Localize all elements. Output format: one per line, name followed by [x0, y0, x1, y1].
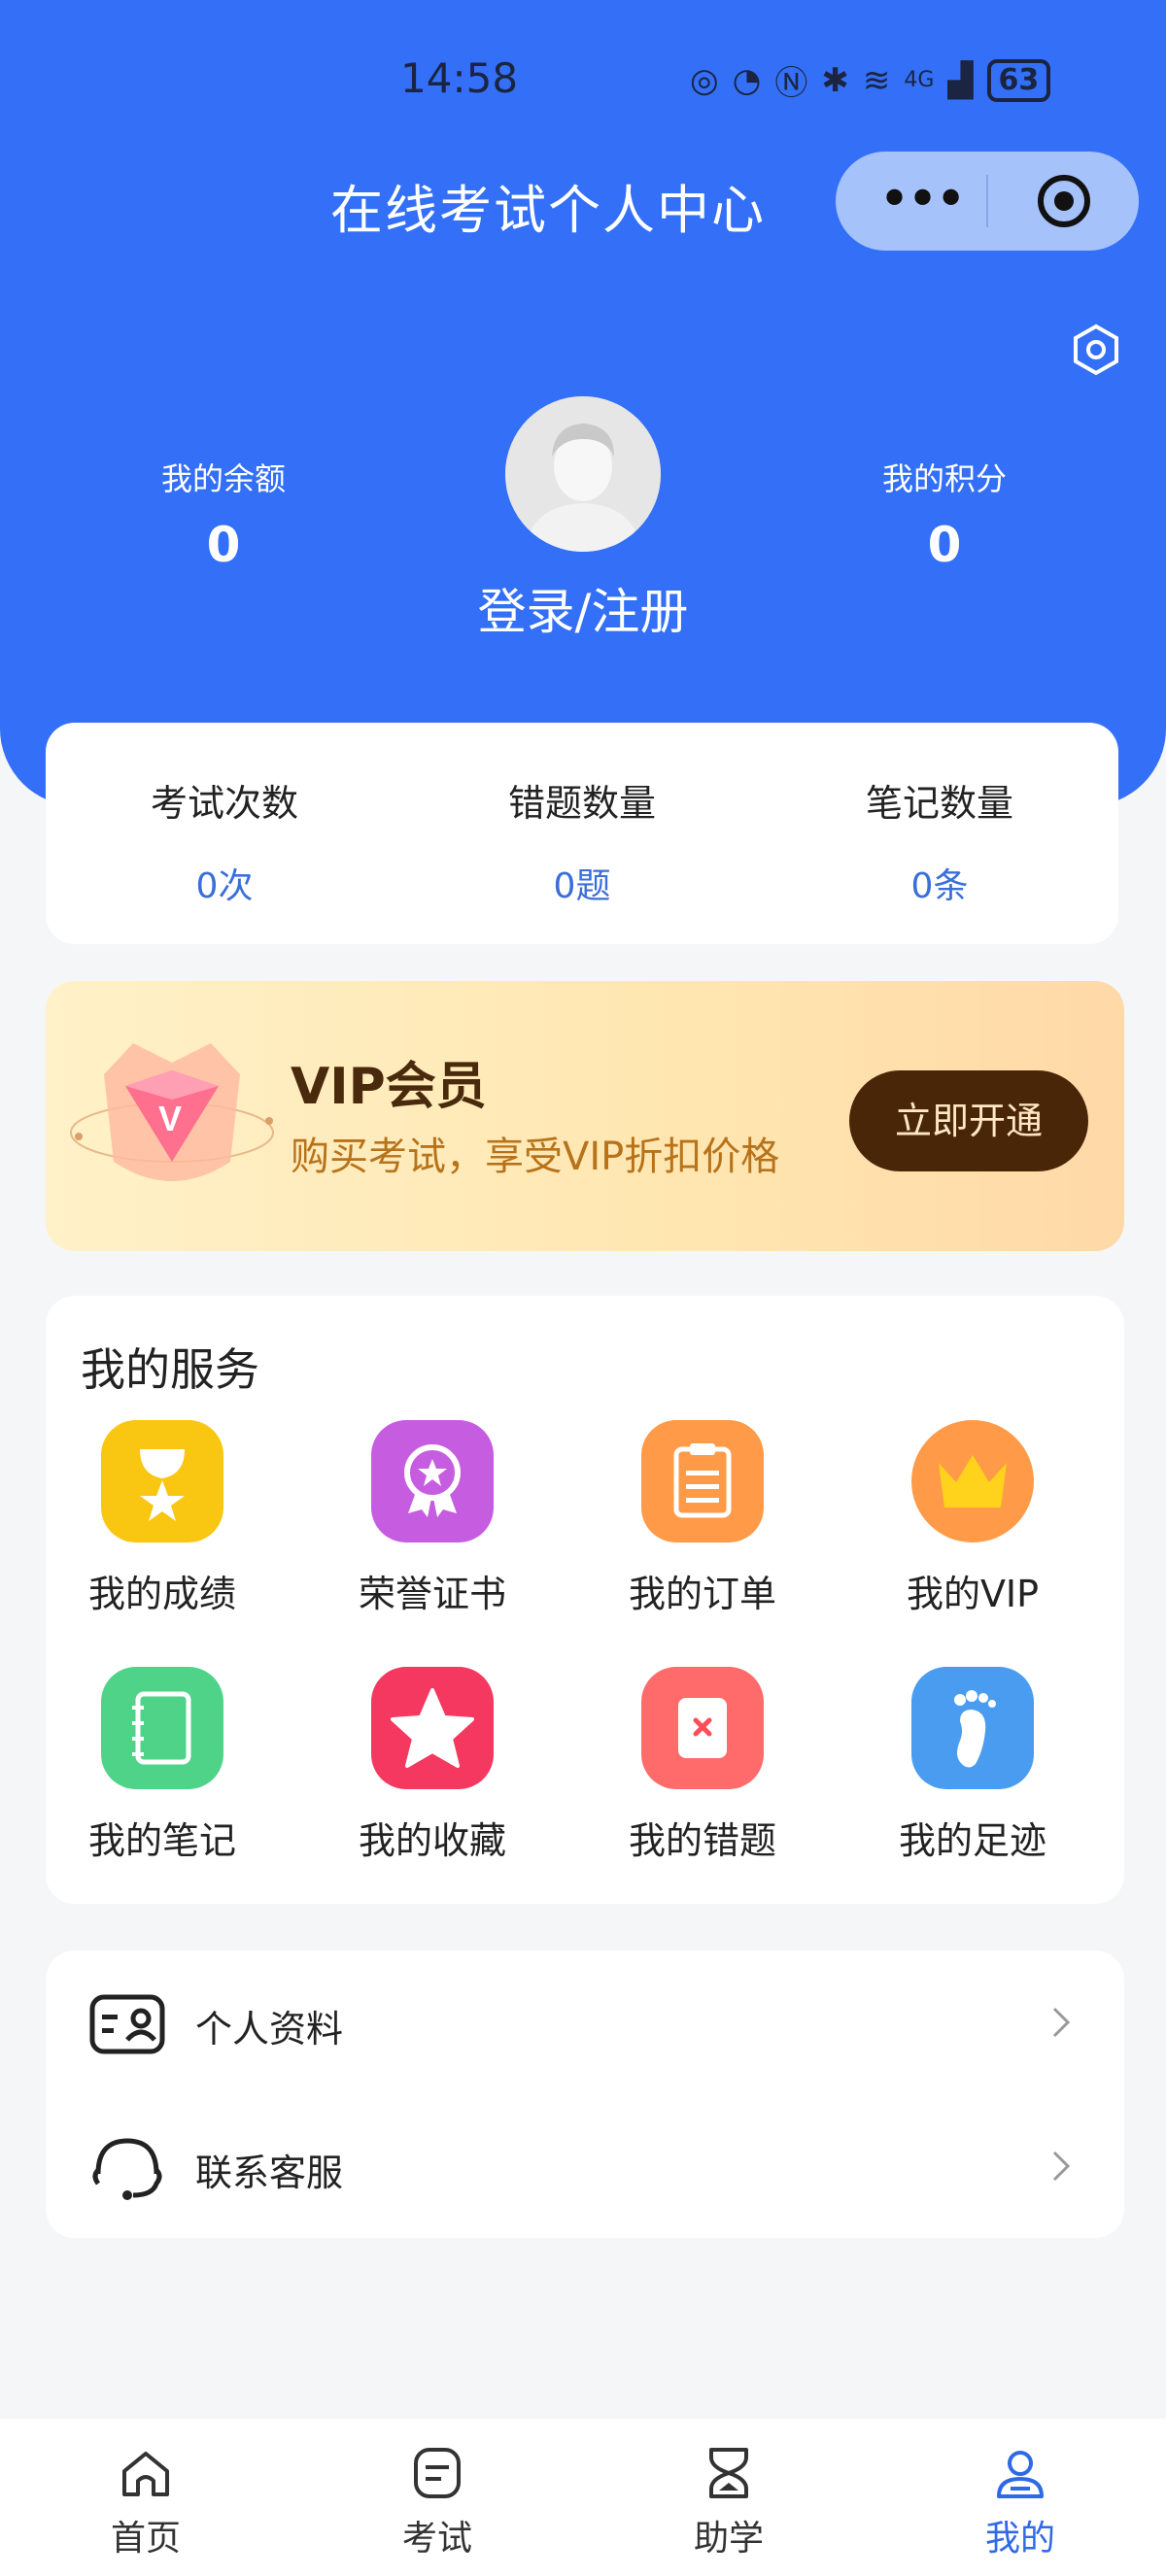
balance-value: 0	[206, 517, 241, 573]
wifi-icon: ≋	[862, 60, 891, 100]
count-value: 0条	[910, 866, 969, 906]
count-summary-card: 考试次数 0次 错题数量 0题 笔记数量 0条	[46, 723, 1118, 944]
chevron-right-icon	[1052, 2151, 1071, 2182]
service-my-notes[interactable]: 我的笔记	[46, 1667, 279, 1864]
clipboard-icon	[641, 1420, 764, 1542]
service-label: 我的订单	[628, 1573, 776, 1615]
notebook-icon	[101, 1667, 223, 1789]
footprint-icon	[911, 1667, 1034, 1789]
count-label: 笔记数量	[865, 782, 1013, 825]
signal-label: 4G	[904, 68, 935, 92]
service-my-vip[interactable]: 我的VIP	[856, 1420, 1089, 1617]
service-label: 荣誉证书	[358, 1573, 506, 1615]
count-label: 错题数量	[507, 782, 656, 825]
service-favorites[interactable]: 我的收藏	[316, 1667, 549, 1864]
vip-activate-button[interactable]: 立即开通	[849, 1070, 1088, 1171]
exam-icon	[414, 2448, 461, 2498]
settings-menu-card: 个人资料 联系客服	[46, 1950, 1124, 2238]
status-icons: ◎ ◔ Ⓝ ✱ ≋ 4G ▟ 63	[690, 56, 1051, 104]
avatar[interactable]	[505, 396, 661, 552]
home-icon	[122, 2452, 169, 2496]
nfc-icon: Ⓝ	[774, 64, 808, 103]
points-value: 0	[927, 517, 962, 573]
bluetooth-icon: ✱	[821, 60, 849, 100]
tab-label: 首页	[110, 2519, 181, 2559]
star-icon	[371, 1667, 494, 1789]
tab-mine[interactable]: 我的	[874, 2419, 1166, 2576]
service-label: 我的错题	[628, 1819, 776, 1862]
count-value: 0题	[553, 866, 611, 906]
wrong-mark-icon	[641, 1667, 764, 1789]
battery-indicator: 63	[986, 58, 1051, 102]
network-speed-icon: ◎	[690, 60, 719, 100]
headset-icon	[92, 2138, 162, 2200]
crown-icon	[911, 1420, 1034, 1542]
close-target-icon[interactable]	[1036, 173, 1092, 229]
capsule-divider	[986, 175, 988, 227]
gauge-icon: ◔	[732, 60, 762, 100]
id-card-icon	[89, 1994, 165, 2054]
vip-subtitle: 购买考试，享受VIP折扣价格	[291, 1135, 780, 1179]
service-footprints[interactable]: 我的足迹	[856, 1667, 1089, 1864]
svg-text:V: V	[158, 1099, 182, 1138]
service-label: 我的VIP	[906, 1573, 1040, 1615]
note-count[interactable]: 笔记数量 0条	[761, 723, 1118, 944]
service-certificates[interactable]: 荣誉证书	[316, 1420, 549, 1617]
service-label: 我的成绩	[87, 1573, 236, 1615]
menu-label: 个人资料	[195, 2008, 344, 2051]
service-label: 我的收藏	[358, 1819, 506, 1862]
count-label: 考试次数	[150, 782, 298, 825]
tab-study-aid[interactable]: 助学	[583, 2419, 874, 2576]
tab-label: 考试	[401, 2519, 472, 2559]
service-my-scores[interactable]: 我的成绩	[46, 1420, 279, 1617]
page-title: 在线考试个人中心	[330, 180, 766, 241]
tab-home[interactable]: 首页	[0, 2419, 292, 2576]
mini-program-capsule: •••	[836, 152, 1139, 251]
balance-stat[interactable]: 我的余额 0	[97, 455, 350, 573]
login-register-link[interactable]: 登录/注册	[0, 573, 1166, 643]
user-icon	[997, 2451, 1044, 2498]
status-bar: 14:58 ◎ ◔ Ⓝ ✱ ≋ 4G ▟ 63	[0, 49, 1166, 107]
wrong-question-count[interactable]: 错题数量 0题	[403, 723, 761, 944]
vip-banner[interactable]: V VIP会员 购买考试，享受VIP折扣价格 立即开通	[46, 981, 1124, 1251]
service-wrong-questions[interactable]: 我的错题	[586, 1667, 819, 1864]
points-label: 我的积分	[881, 460, 1007, 497]
settings-icon[interactable]	[1067, 321, 1125, 379]
services-title: 我的服务	[81, 1343, 259, 1396]
balance-label: 我的余额	[160, 460, 286, 497]
menu-label: 联系客服	[195, 2152, 344, 2194]
count-value: 0次	[195, 866, 254, 906]
vip-title: VIP会员	[291, 1058, 487, 1116]
bottom-tab-bar: 首页 考试 助学 我的	[0, 2419, 1166, 2576]
more-icon[interactable]: •••	[878, 173, 967, 227]
tab-label: 我的	[984, 2519, 1055, 2559]
medal-star-icon	[101, 1420, 223, 1542]
tab-label: 助学	[693, 2519, 764, 2559]
points-stat[interactable]: 我的积分 0	[818, 455, 1071, 573]
menu-customer-service[interactable]: 联系客服	[46, 2094, 1124, 2238]
service-label: 我的足迹	[898, 1819, 1046, 1862]
service-label: 我的笔记	[87, 1819, 236, 1862]
award-ribbon-icon	[371, 1420, 494, 1542]
signal-icon: ▟	[947, 60, 974, 100]
status-time: 14:58	[400, 54, 519, 102]
hourglass-icon	[709, 2448, 748, 2498]
menu-profile[interactable]: 个人资料	[46, 1950, 1124, 2094]
vip-diamond-icon: V	[70, 1043, 274, 1181]
service-orders[interactable]: 我的订单	[586, 1420, 819, 1617]
exam-count[interactable]: 考试次数 0次	[46, 723, 403, 944]
default-avatar-icon	[505, 396, 661, 552]
chevron-right-icon	[1052, 2007, 1071, 2038]
tab-exam[interactable]: 考试	[292, 2419, 583, 2576]
my-services-card: 我的服务 我的成绩 荣誉证书 我的订单 我的VIP 我的笔记 我的收藏 我的错题…	[46, 1296, 1124, 1904]
